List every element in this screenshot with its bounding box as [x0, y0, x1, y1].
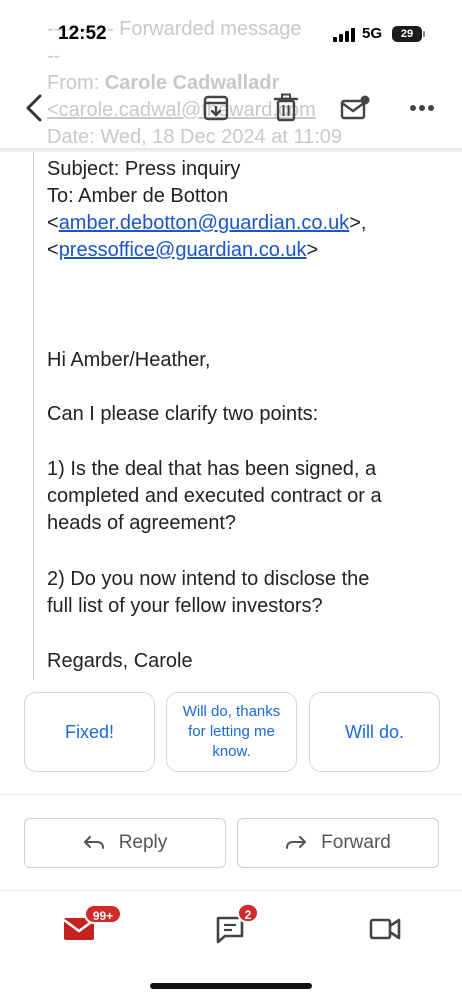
- reply-button[interactable]: Reply: [24, 818, 226, 868]
- more-horizontal-icon[interactable]: [402, 88, 442, 128]
- chat-badge: 2: [237, 903, 259, 923]
- bracket-open: <: [47, 239, 59, 261]
- email-to-address-2: <pressoffice@guardian.co.uk>: [47, 237, 318, 264]
- smart-reply-label: Will do.: [344, 721, 404, 742]
- smart-reply-fixed[interactable]: Fixed!: [24, 692, 155, 772]
- smart-reply-will-do[interactable]: Will do.: [309, 692, 440, 772]
- forward-label: Forward: [321, 832, 391, 853]
- divider: [0, 794, 462, 795]
- email-greeting: Hi Amber/Heather,: [47, 349, 211, 371]
- smart-reply-line: for letting me: [188, 723, 275, 740]
- signal-icon: [333, 28, 355, 42]
- status-bar: 12:52 5G 29: [0, 0, 462, 68]
- trash-icon[interactable]: [266, 88, 306, 128]
- status-time: 12:52: [58, 23, 107, 44]
- video-camera-icon[interactable]: [368, 910, 412, 946]
- email-link-pressoffice[interactable]: pressoffice@guardian.co.uk: [59, 239, 307, 261]
- email-link-amber[interactable]: amber.debotton@guardian.co.uk: [59, 212, 350, 234]
- forward-icon: [286, 836, 307, 849]
- mail-badge: 99+: [84, 904, 122, 924]
- bracket-open: <: [47, 212, 59, 234]
- bottom-nav-divider: [0, 890, 462, 891]
- battery-icon: 29: [392, 26, 422, 42]
- bracket-close: >: [306, 239, 319, 261]
- bracket-close: >,: [349, 212, 367, 234]
- home-indicator: [150, 983, 312, 989]
- mark-unread-icon[interactable]: [335, 88, 375, 128]
- email-point1-line1: 1) Is the deal that has been signed, a: [47, 458, 377, 480]
- network-type: 5G: [362, 25, 383, 42]
- reply-label: Reply: [118, 832, 168, 853]
- email-to-address-1: <amber.debotton@guardian.co.uk>,: [47, 210, 366, 237]
- reply-icon: [83, 836, 104, 849]
- archive-icon[interactable]: [196, 88, 236, 128]
- email-point2-line1: 2) Do you now intend to disclose the: [47, 568, 370, 590]
- email-subject: Subject: Press inquiry: [47, 158, 241, 180]
- email-point2-line2: full list of your fellow investors?: [47, 595, 323, 617]
- email-toolbar: [0, 68, 462, 150]
- battery-cap: [423, 31, 425, 37]
- email-signoff: Regards, Carole: [47, 650, 193, 672]
- email-to: To: Amber de Botton: [47, 185, 229, 207]
- email-point1-line2: completed and executed contract or a: [47, 485, 382, 507]
- forward-button[interactable]: Forward: [237, 818, 439, 868]
- smart-reply-line: know.: [212, 743, 251, 760]
- email-point1-line3: heads of agreement?: [47, 512, 237, 534]
- email-intro: Can I please clarify two points:: [47, 403, 319, 425]
- back-arrow-icon[interactable]: [14, 88, 54, 128]
- smart-reply-will-do-thanks[interactable]: Will do, thanks for letting me know.: [166, 692, 297, 772]
- smart-reply-line: Will do, thanks: [182, 703, 281, 720]
- smart-reply-label: Fixed!: [64, 721, 115, 742]
